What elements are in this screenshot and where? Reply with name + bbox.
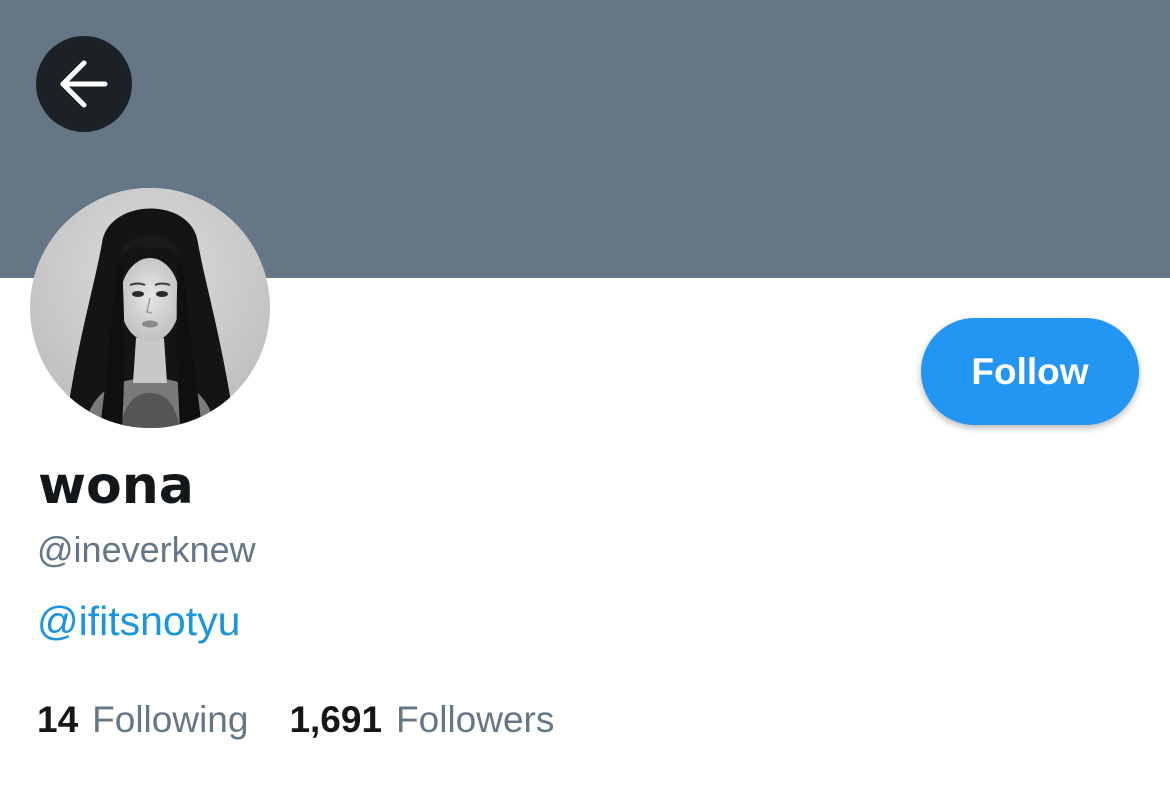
following-count: 14 [37, 699, 79, 740]
display-name: wona [38, 456, 194, 516]
following-label: Following [92, 699, 249, 740]
profile-photo [30, 188, 270, 428]
profile-page: Follow wona @ineverknew @ifitsnotyu 14 F… [0, 0, 1170, 801]
avatar[interactable] [30, 188, 270, 428]
username-handle: @ineverknew [37, 529, 256, 570]
follow-button[interactable]: Follow [921, 318, 1139, 425]
followers-label: Followers [396, 699, 555, 740]
following-stat[interactable]: 14 Following [37, 701, 248, 738]
back-button[interactable] [36, 36, 132, 132]
arrow-left-icon [60, 60, 108, 108]
followers-stat[interactable]: 1,691 Followers [289, 701, 554, 738]
profile-stats: 14 Following 1,691 Followers [37, 701, 554, 738]
bio-mention-link[interactable]: @ifitsnotyu [37, 601, 240, 642]
followers-count: 1,691 [289, 699, 383, 740]
